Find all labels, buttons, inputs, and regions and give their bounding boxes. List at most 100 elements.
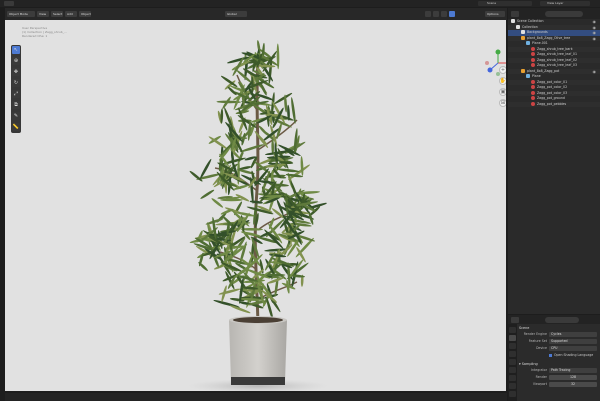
3d-viewport[interactable]: User Perspective (1) Collection | Zagg_s… xyxy=(5,20,506,391)
material-icon xyxy=(531,101,535,106)
render-engine-dropdown[interactable]: Cycles xyxy=(549,332,597,337)
solid-shading-icon[interactable] xyxy=(433,11,439,17)
pot-soil xyxy=(233,317,283,323)
rendered-plant xyxy=(188,40,328,391)
editor-type-button[interactable] xyxy=(4,1,14,6)
leaf xyxy=(287,164,311,181)
leaf xyxy=(273,92,293,105)
properties-search-input[interactable] xyxy=(545,316,579,323)
tree-foliage xyxy=(189,40,327,321)
outliner-row-label: Scene Collection xyxy=(517,19,544,23)
modifier-tab-icon[interactable] xyxy=(509,383,516,389)
viewport-samples-row: Viewport 32 xyxy=(519,381,599,388)
cursor-tool-icon[interactable]: ⊕ xyxy=(12,57,20,65)
osl-checkbox[interactable] xyxy=(549,353,552,357)
rendered-shading-icon[interactable] xyxy=(449,11,455,17)
properties-tabs xyxy=(508,324,517,401)
zoom-icon[interactable]: + xyxy=(499,66,506,74)
scale-tool-icon[interactable]: ⤢ xyxy=(12,90,20,98)
menu-add[interactable]: Add xyxy=(65,11,77,17)
leaf xyxy=(200,189,215,199)
outliner-panel: Scene Collection ◉ Collection ◉ Backgrounds ◉… xyxy=(508,8,600,314)
integrator-label: Integrator xyxy=(531,368,547,372)
osl-row[interactable]: Open Shading Language xyxy=(519,352,599,359)
menu-object[interactable]: Object xyxy=(79,11,91,17)
outliner-search-input[interactable] xyxy=(545,10,583,17)
view-layer-tab-icon[interactable] xyxy=(509,351,516,357)
mesh-icon xyxy=(526,74,530,78)
options-button[interactable]: Options xyxy=(485,11,505,17)
feature-set-dropdown[interactable]: Supported xyxy=(549,339,597,344)
leaf xyxy=(256,64,276,68)
outliner-display-mode[interactable] xyxy=(511,10,519,17)
material-icon xyxy=(531,90,535,95)
viewport-samples-field[interactable]: 32 xyxy=(549,382,597,387)
integrator-row: Integrator Path Tracing xyxy=(519,367,599,374)
outliner-row-label: Zagg_pot_color_02 xyxy=(537,85,568,89)
object-icon xyxy=(521,68,525,73)
device-label: Device xyxy=(536,346,547,350)
outliner-row-label: Zagg_pot_color_01 xyxy=(537,79,568,84)
world-tab-icon[interactable] xyxy=(509,367,516,373)
material-icon xyxy=(531,63,535,67)
osl-label: Open Shading Language xyxy=(554,353,594,357)
outliner-row-label: Plane xyxy=(532,74,541,78)
material-icon xyxy=(531,46,535,51)
material-tab-icon[interactable] xyxy=(509,391,516,397)
material-shading-icon[interactable] xyxy=(441,11,447,17)
render-tab-icon[interactable] xyxy=(509,335,516,341)
outliner-tree: Scene Collection ◉ Collection ◉ Backgrounds ◉… xyxy=(508,19,600,107)
outliner-row[interactable]: Zagg_pot_pebbles xyxy=(508,101,600,107)
properties-header xyxy=(508,315,600,324)
properties-editor-type[interactable] xyxy=(511,316,519,323)
render-engine-label: Render Engine xyxy=(523,332,547,336)
render-samples-row: Render 128 xyxy=(519,374,599,381)
material-icon xyxy=(531,85,535,89)
select-tool-icon[interactable]: ↖ xyxy=(12,46,20,54)
collection-icon xyxy=(521,30,525,34)
feature-set-row: Feature Set Supported xyxy=(519,338,599,345)
outliner-row-label: Collection xyxy=(522,24,538,29)
perspective-toggle-icon[interactable]: ⊞ xyxy=(499,99,506,107)
object-icon xyxy=(521,35,525,40)
transform-tool-icon[interactable]: ⧉ xyxy=(12,101,20,109)
device-row: Device CPU xyxy=(519,345,599,352)
plant-pot xyxy=(229,320,287,382)
outliner-header xyxy=(508,8,600,19)
outliner-row-label: Zagg_pot_pebbles xyxy=(537,101,567,106)
object-tab-icon[interactable] xyxy=(509,375,516,381)
material-icon xyxy=(531,96,535,100)
device-dropdown[interactable]: CPU xyxy=(549,346,597,351)
outliner-row-label: Backgrounds xyxy=(527,30,548,34)
collection-icon xyxy=(511,19,515,23)
pan-hand-icon[interactable]: ✋ xyxy=(499,77,506,85)
annotate-tool-icon[interactable]: ✎ xyxy=(12,112,20,120)
outliner-row-label: Zagg_shrub_tree_leaf_01 xyxy=(537,52,577,56)
timeline-bar[interactable] xyxy=(5,393,507,401)
wireframe-shading-icon[interactable] xyxy=(425,11,431,17)
properties-panel: Scene Render Engine Cycles Feature Set S… xyxy=(508,315,600,401)
tool-tab-icon[interactable] xyxy=(509,327,516,333)
menu-view[interactable]: View xyxy=(37,11,49,17)
outliner-row-label: Plane.001 xyxy=(532,41,548,45)
outliner-row-label: plant_8x8_Zagg_pot xyxy=(527,68,560,73)
mode-dropdown[interactable]: Object Mode xyxy=(7,11,35,17)
transform-orientation[interactable]: Global xyxy=(225,11,247,17)
move-tool-icon[interactable]: ✥ xyxy=(12,68,20,76)
feature-set-label: Feature Set xyxy=(528,339,547,343)
output-tab-icon[interactable] xyxy=(509,343,516,349)
menu-select[interactable]: Select xyxy=(51,11,63,17)
scene-tab-icon[interactable] xyxy=(509,359,516,365)
rotate-tool-icon[interactable]: ↻ xyxy=(12,79,20,87)
material-icon xyxy=(531,79,535,84)
material-icon xyxy=(531,57,535,62)
camera-view-icon[interactable]: ▣ xyxy=(499,88,506,96)
integrator-dropdown[interactable]: Path Tracing xyxy=(549,368,597,373)
outliner-row-label: Zagg_shrub_tree_bark xyxy=(537,46,573,51)
render-samples-field[interactable]: 128 xyxy=(549,375,597,380)
leaf xyxy=(220,108,224,124)
render-engine-row: Render Engine Cycles xyxy=(519,331,599,338)
measure-tool-icon[interactable]: 📏 xyxy=(12,123,20,131)
outliner-row-label: Zagg_shrub_tree_leaf_02 xyxy=(537,57,577,62)
leaf xyxy=(300,156,304,176)
